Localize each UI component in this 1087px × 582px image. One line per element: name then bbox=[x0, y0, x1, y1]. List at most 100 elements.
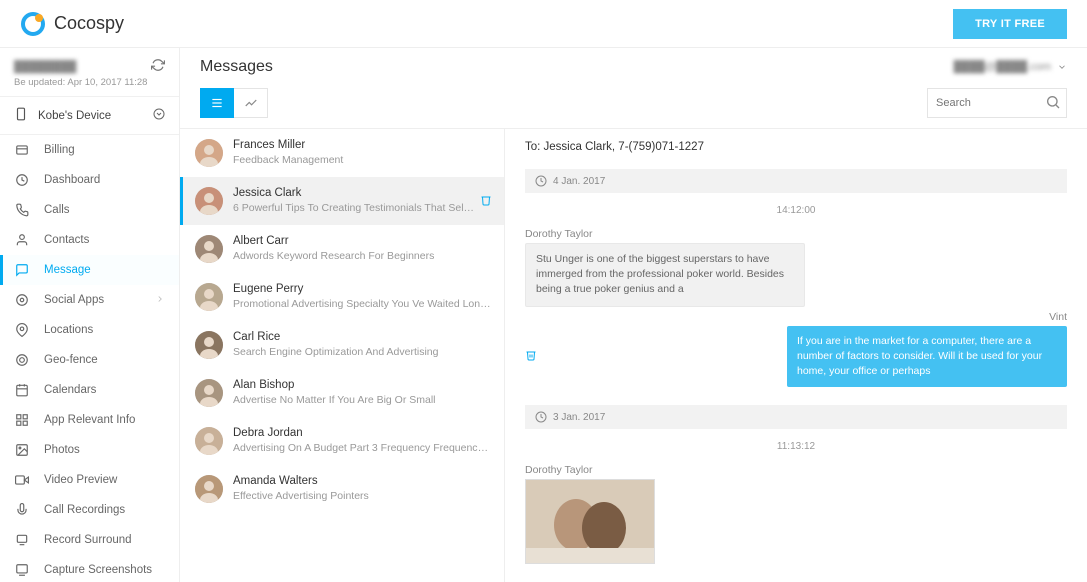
cocospy-logo-icon bbox=[20, 11, 46, 37]
account-email[interactable]: ████@████.com bbox=[954, 61, 1067, 73]
sidebar-item-locations[interactable]: Locations bbox=[0, 315, 179, 345]
sidebar-item-video-preview[interactable]: Video Preview bbox=[0, 465, 179, 495]
conversation-list: Frances Miller Feedback Management Jessica… bbox=[180, 129, 505, 582]
conversation-item[interactable]: Frances Miller Feedback Management bbox=[180, 129, 504, 177]
time-label: 11:13:12 bbox=[525, 433, 1067, 460]
try-free-button[interactable]: TRY IT FREE bbox=[953, 9, 1067, 39]
avatar bbox=[195, 331, 223, 359]
clock-icon bbox=[535, 411, 547, 423]
date-separator: 3 Jan. 2017 bbox=[525, 405, 1067, 429]
updated-text: Be updated: Apr 10, 2017 11:28 bbox=[14, 77, 165, 88]
nav-label: Calendars bbox=[44, 384, 96, 396]
nav-icon bbox=[14, 473, 30, 487]
sidebar-item-photos[interactable]: Photos bbox=[0, 435, 179, 465]
nav-label: Message bbox=[44, 264, 91, 276]
nav-label: Video Preview bbox=[44, 474, 117, 486]
chart-icon bbox=[244, 96, 258, 110]
avatar bbox=[195, 139, 223, 167]
conversation-item[interactable]: Carl RiceSearch Engine Optimization And … bbox=[180, 321, 504, 369]
conversation-item[interactable]: Eugene PerryPromotional Advertising Spec… bbox=[180, 273, 504, 321]
conversation-item[interactable]: Albert Carr Adwords Keyword Research For … bbox=[180, 225, 504, 273]
nav-icon bbox=[14, 203, 30, 217]
conversation-name: Jessica Clark bbox=[233, 187, 476, 199]
brand-logo[interactable]: Cocospy bbox=[20, 11, 124, 37]
message-bubble-incoming: Stu Unger is one of the biggest supersta… bbox=[525, 243, 805, 307]
nav-icon bbox=[14, 233, 30, 247]
delete-message-icon[interactable] bbox=[525, 349, 537, 364]
nav-label: Dashboard bbox=[44, 174, 100, 186]
nav-label: Capture Screenshots bbox=[44, 564, 152, 576]
sidebar-item-contacts[interactable]: Contacts bbox=[0, 225, 179, 255]
chat-panel: To: Jessica Clark, 7-(759)071-1227 4 Jan… bbox=[505, 129, 1087, 582]
nav-icon bbox=[14, 173, 30, 187]
avatar bbox=[195, 379, 223, 407]
sidebar-item-geo-fence[interactable]: Geo-fence bbox=[0, 345, 179, 375]
conversation-preview: Feedback Management bbox=[233, 154, 492, 166]
list-icon bbox=[210, 96, 224, 110]
conversation-name: Albert Carr bbox=[233, 235, 492, 247]
nav-label: Locations bbox=[44, 324, 93, 336]
conversation-name: Debra Jordan bbox=[233, 427, 492, 439]
nav-icon bbox=[14, 533, 30, 547]
phone-icon bbox=[14, 107, 28, 124]
conversation-preview: 6 Powerful Tips To Creating Testimonials… bbox=[233, 202, 476, 214]
sidebar-item-social-apps[interactable]: Social Apps bbox=[0, 285, 179, 315]
nav-label: Calls bbox=[44, 204, 70, 216]
conversation-name: Alan Bishop bbox=[233, 379, 492, 391]
nav-icon bbox=[14, 323, 30, 337]
sidebar-item-billing[interactable]: Billing bbox=[0, 135, 179, 165]
nav-label: Record Surround bbox=[44, 534, 132, 546]
conversation-preview: Promotional Advertising Specialty You Ve… bbox=[233, 298, 492, 310]
delete-conversation-icon[interactable] bbox=[480, 194, 492, 209]
sidebar-nav: Billing Dashboard Calls Contacts Message Soci… bbox=[0, 135, 179, 582]
sidebar-item-capture-screenshots[interactable]: Capture Screenshots bbox=[0, 555, 179, 582]
chart-view-button[interactable] bbox=[234, 88, 268, 118]
conversation-name: Amanda Walters bbox=[233, 475, 492, 487]
conversation-preview: Adwords Keyword Research For Beginners bbox=[233, 250, 492, 262]
conversation-item[interactable]: Jessica Clark 6 Powerful Tips To Creating… bbox=[180, 177, 504, 225]
chevron-down-icon bbox=[1057, 62, 1067, 72]
sidebar-item-app-relevant-info[interactable]: App Relevant Info bbox=[0, 405, 179, 435]
sidebar-item-message[interactable]: Message bbox=[0, 255, 179, 285]
avatar bbox=[195, 475, 223, 503]
device-selector[interactable]: Kobe's Device bbox=[0, 96, 179, 135]
conversation-item[interactable]: Alan Bishop Advertise No Matter If You Ar… bbox=[180, 369, 504, 417]
content: Messages ████@████.com Frances Miller Fee… bbox=[180, 48, 1087, 582]
conversation-name: Frances Miller bbox=[233, 139, 492, 151]
nav-label: Social Apps bbox=[44, 294, 104, 306]
nav-label: Contacts bbox=[44, 234, 89, 246]
nav-icon bbox=[14, 353, 30, 367]
image-message[interactable] bbox=[525, 479, 655, 564]
nav-label: Call Recordings bbox=[44, 504, 125, 516]
chevron-down-icon bbox=[153, 108, 165, 123]
conversation-preview: Advertising On A Budget Part 3 Frequency… bbox=[233, 442, 492, 454]
sidebar-item-record-surround[interactable]: Record Surround bbox=[0, 525, 179, 555]
nav-icon bbox=[14, 503, 30, 517]
sidebar: ████████ Be updated: Apr 10, 2017 11:28 … bbox=[0, 48, 180, 582]
conversation-preview: Effective Advertising Pointers bbox=[233, 490, 492, 502]
page-title: Messages bbox=[200, 58, 273, 76]
nav-label: Photos bbox=[44, 444, 80, 456]
sidebar-item-dashboard[interactable]: Dashboard bbox=[0, 165, 179, 195]
nav-icon bbox=[14, 413, 30, 427]
conversation-preview: Advertise No Matter If You Are Big Or Sm… bbox=[233, 394, 492, 406]
conversation-item[interactable]: Amanda Walters Effective Advertising Poin… bbox=[180, 465, 504, 513]
account-name-blurred: ████████ bbox=[14, 61, 76, 73]
sidebar-item-call-recordings[interactable]: Call Recordings bbox=[0, 495, 179, 525]
date-separator: 4 Jan. 2017 bbox=[525, 169, 1067, 193]
refresh-icon[interactable] bbox=[151, 58, 165, 75]
nav-label: App Relevant Info bbox=[44, 414, 135, 426]
avatar bbox=[195, 427, 223, 455]
list-view-button[interactable] bbox=[200, 88, 234, 118]
message-bubble-outgoing: If you are in the market for a computer,… bbox=[787, 326, 1067, 388]
brand-name: Cocospy bbox=[54, 13, 124, 34]
chevron-right-icon bbox=[155, 294, 165, 307]
sidebar-item-calendars[interactable]: Calendars bbox=[0, 375, 179, 405]
conversation-item[interactable]: Debra Jordan Advertising On A Budget Part… bbox=[180, 417, 504, 465]
sidebar-item-calls[interactable]: Calls bbox=[0, 195, 179, 225]
nav-label: Billing bbox=[44, 144, 75, 156]
nav-icon bbox=[14, 143, 30, 157]
time-label: 14:12:00 bbox=[525, 197, 1067, 224]
nav-icon bbox=[14, 563, 30, 577]
search-icon[interactable] bbox=[1045, 94, 1061, 113]
